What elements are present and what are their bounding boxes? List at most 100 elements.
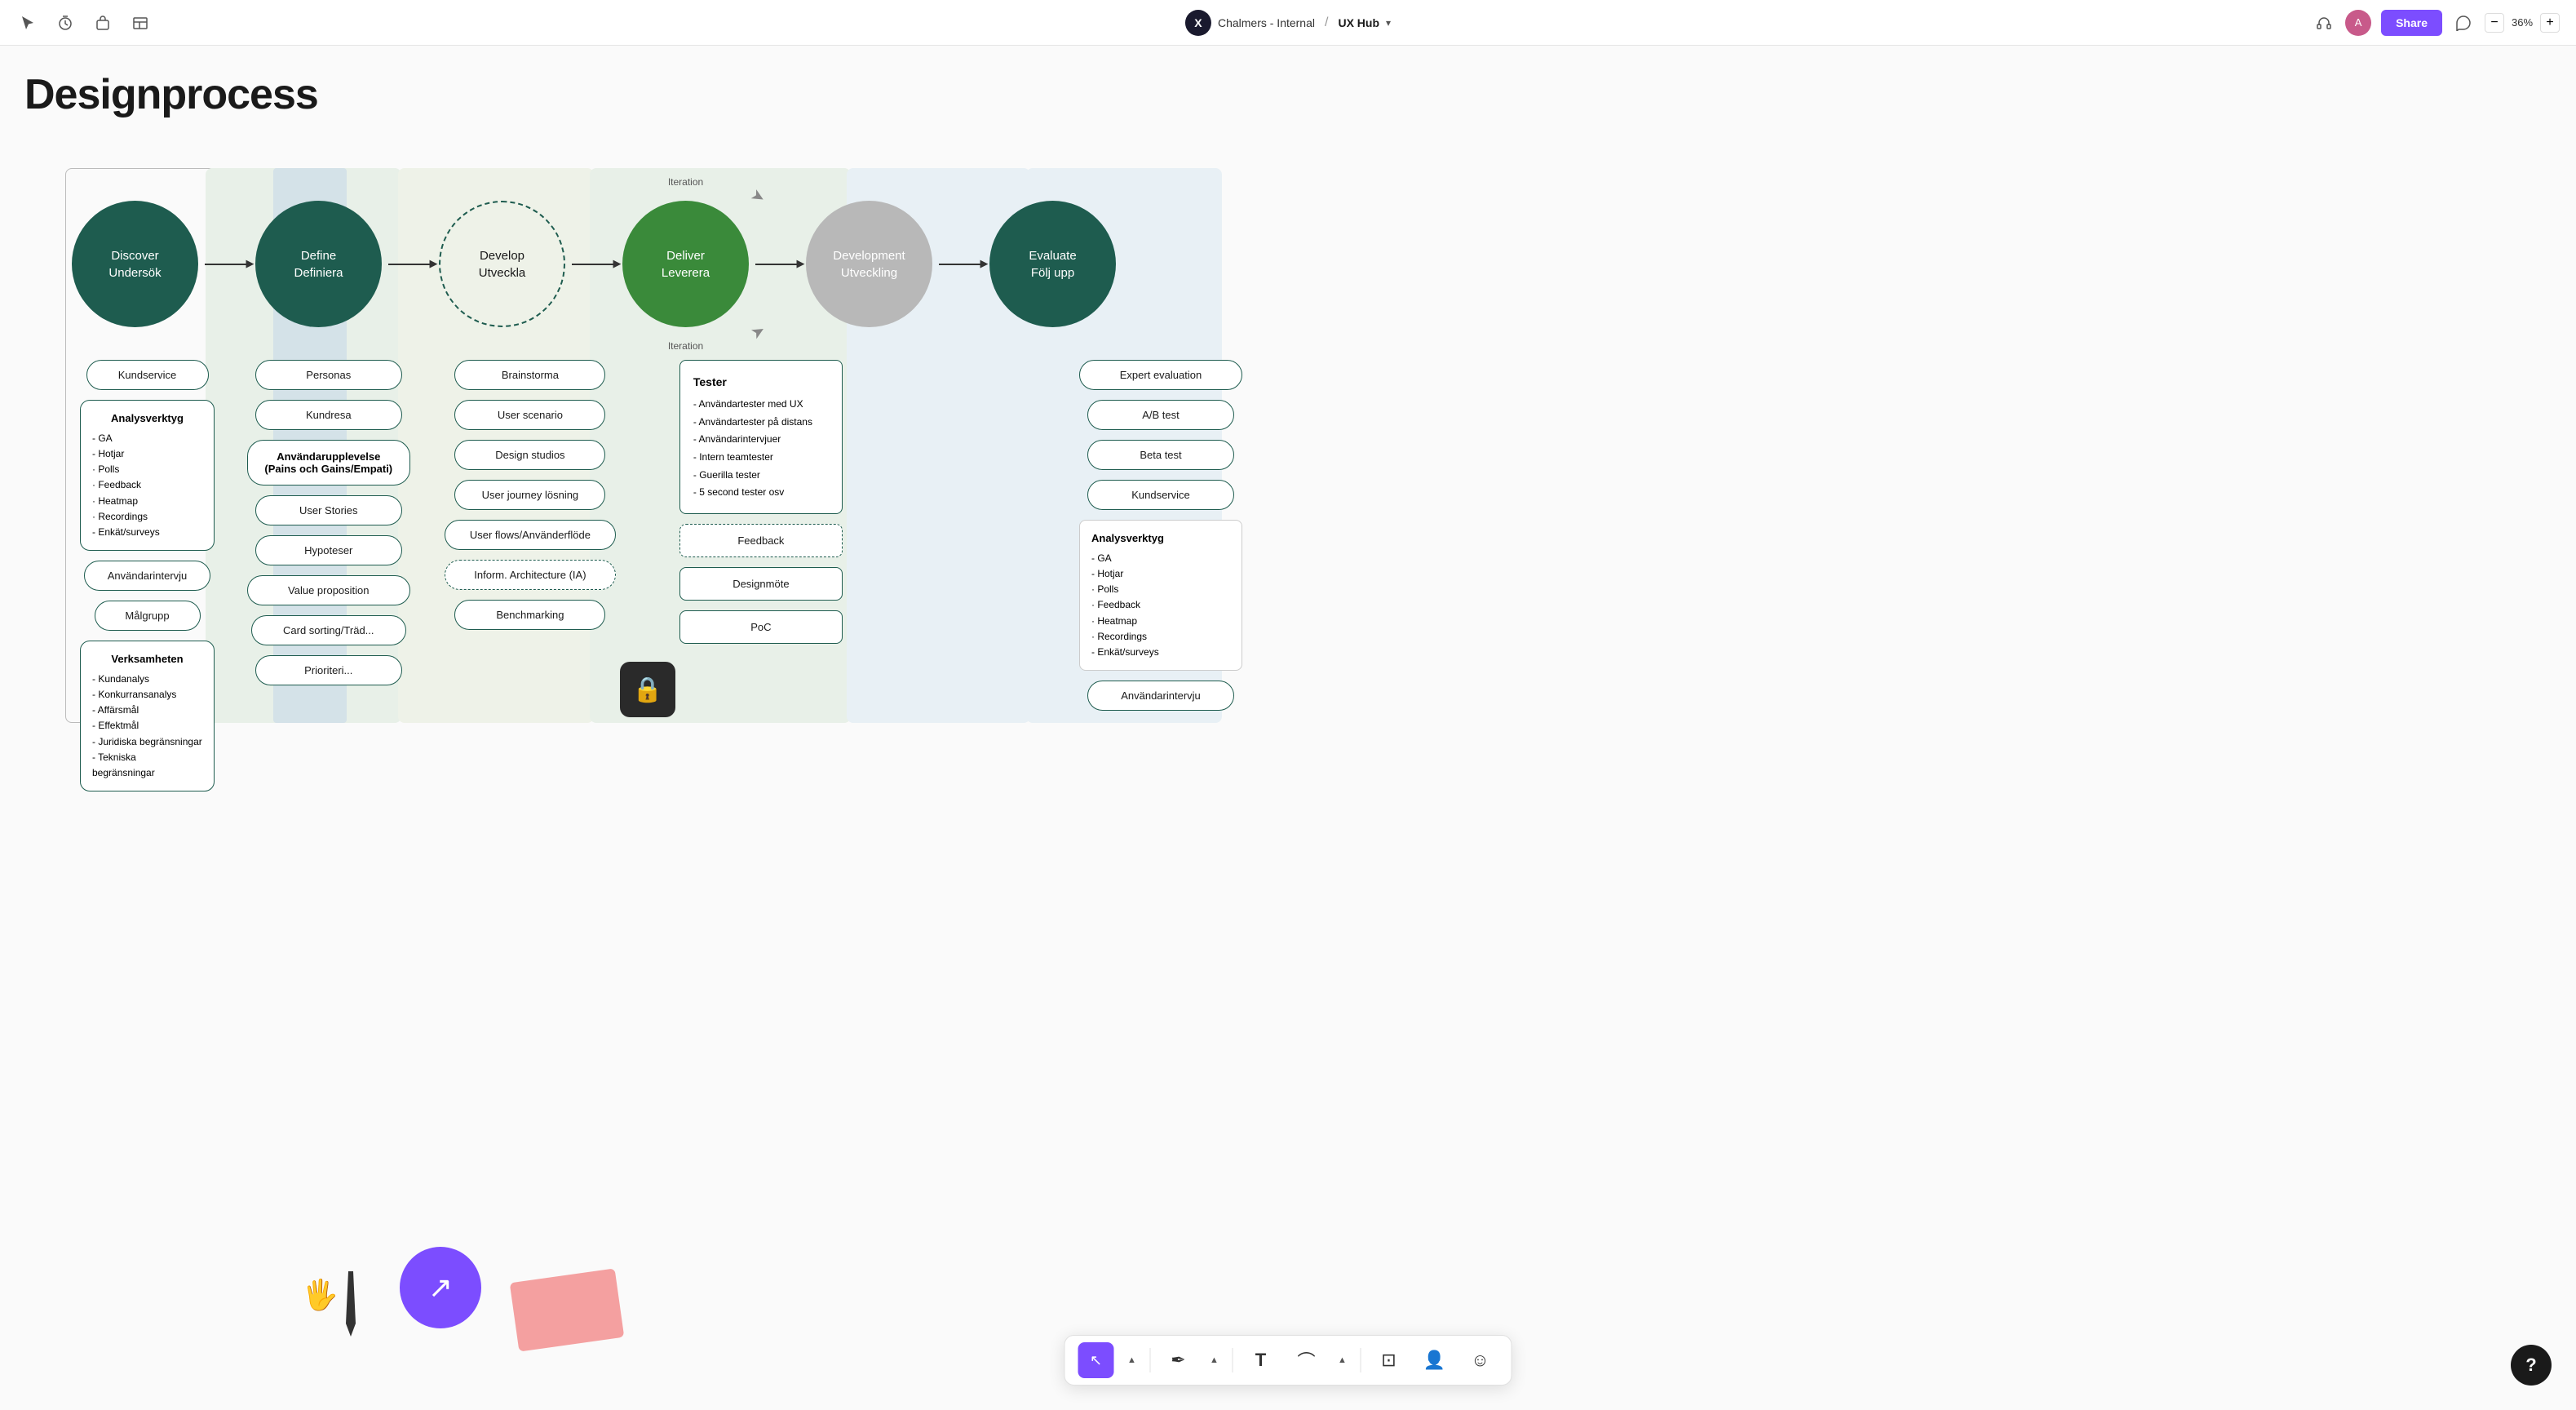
chat-icon[interactable]: [2452, 11, 2475, 34]
tester-box[interactable]: Tester - Användartester med UX - Använda…: [679, 360, 843, 514]
define-label2: Definiera: [294, 264, 343, 282]
deliver-label1: Deliver: [666, 247, 705, 264]
kundservice-card[interactable]: Kundservice: [86, 360, 209, 390]
iteration-top: Iteration: [668, 176, 703, 188]
cursor-tool[interactable]: [16, 11, 39, 34]
arrow5: ▶: [932, 264, 989, 265]
bottom-toolbar: ↖ ▲ ✒ ▲ T ⌒ ▲ ⊡ 👤 ☺: [1064, 1335, 1512, 1386]
shape-pink-rect[interactable]: [510, 1268, 625, 1351]
text-tool-button[interactable]: T: [1243, 1342, 1279, 1378]
arrow1: ▶: [198, 264, 255, 265]
pen-tool-button[interactable]: ✒: [1161, 1342, 1197, 1378]
analysverktyg-box[interactable]: Analysverktyg - GA- Hotjar· Polls· Feedb…: [80, 400, 215, 551]
develop-label2: Utveckla: [479, 264, 526, 282]
deliver-label2: Leverera: [662, 264, 710, 282]
anvandarupplevelse-card[interactable]: Användarupplevelse(Pains och Gains/Empat…: [247, 440, 410, 486]
design-studios-card[interactable]: Design studios: [454, 440, 605, 470]
line-chevron[interactable]: ▲: [1334, 1352, 1351, 1368]
canvas[interactable]: Designprocess Discover Undersök ▶: [0, 46, 2576, 1410]
deliver-container: Iteration Deliver Leverera Iteration ➤ ➤: [622, 201, 749, 327]
beta-test-card[interactable]: Beta test: [1087, 440, 1234, 470]
analysverktyg-eval-box[interactable]: Analysverktyg - GA- Hotjar· Polls· Feedb…: [1079, 520, 1242, 671]
divider1: [1150, 1348, 1151, 1372]
cards-area: Kundservice Analysverktyg - GA- Hotjar· …: [72, 352, 1255, 800]
designmote-card[interactable]: Designmöte: [679, 567, 843, 601]
card-sorting-card[interactable]: Card sorting/Träd...: [251, 615, 406, 645]
development-cards: [887, 352, 1067, 800]
expert-eval-card[interactable]: Expert evaluation: [1079, 360, 1242, 390]
zoom-out-button[interactable]: −: [2485, 13, 2504, 33]
malgrupp-card[interactable]: Målgrupp: [95, 601, 201, 631]
lock-badge[interactable]: 🔒: [620, 662, 675, 717]
breadcrumb-hub[interactable]: UX Hub: [1338, 16, 1379, 29]
line-tool-button[interactable]: ⌒: [1289, 1342, 1325, 1378]
develop-circle: Develop Utveckla: [439, 201, 565, 327]
circles-row: Discover Undersök ▶ Define Definiera ▶: [72, 201, 1116, 327]
arrow4: ▶: [749, 264, 806, 265]
iteration-bottom: Iteration: [668, 340, 703, 352]
benchmarking-card[interactable]: Benchmarking: [454, 600, 605, 630]
bag-tool[interactable]: [91, 11, 114, 34]
discover-label2: Undersök: [108, 264, 161, 282]
timer-tool[interactable]: [54, 11, 77, 34]
select-tool-button[interactable]: ↖: [1078, 1342, 1114, 1378]
discover-label1: Discover: [111, 247, 158, 264]
ab-test-card[interactable]: A/B test: [1087, 400, 1234, 430]
brainstorma-card[interactable]: Brainstorma: [454, 360, 605, 390]
hypoteser-card[interactable]: Hypoteser: [255, 535, 402, 565]
zoom-level: 36%: [2507, 16, 2537, 29]
shape-purple-circle[interactable]: ↗: [400, 1247, 481, 1328]
user-avatar[interactable]: A: [2345, 10, 2371, 36]
feedback-card[interactable]: Feedback: [679, 524, 843, 557]
kundservice-eval-card[interactable]: Kundservice: [1087, 480, 1234, 510]
development-label1: Development: [833, 247, 905, 264]
define-cards: Personas Kundresa Användarupplevelse(Pai…: [231, 352, 427, 800]
page-title: Designprocess: [24, 70, 318, 119]
inform-arch-card[interactable]: Inform. Architecture (IA): [445, 560, 616, 590]
pen-chevron[interactable]: ▲: [1206, 1352, 1223, 1368]
evaluate-label2: Följ upp: [1031, 264, 1074, 282]
user-flows-card[interactable]: User flows/Använderflöde: [445, 520, 616, 550]
breadcrumb-org: Chalmers - Internal: [1218, 16, 1315, 29]
help-button[interactable]: ?: [2511, 1345, 2552, 1386]
arrow3: ▶: [565, 264, 622, 265]
select-chevron[interactable]: ▲: [1124, 1352, 1140, 1368]
deliver-cards: Tester - Användartester med UX - Använda…: [634, 352, 887, 800]
table-tool[interactable]: [129, 11, 152, 34]
user-stories-card[interactable]: User Stories: [255, 495, 402, 525]
share-button[interactable]: Share: [2381, 10, 2442, 36]
arrow2: ▶: [382, 264, 439, 265]
toolbar-center: X Chalmers - Internal / UX Hub ▾: [1185, 10, 1391, 36]
develop-label1: Develop: [480, 247, 524, 264]
develop-cards: Brainstorma User scenario Design studios…: [435, 352, 626, 800]
user-scenario-card[interactable]: User scenario: [454, 400, 605, 430]
prioriteri-card[interactable]: Prioriteri...: [255, 655, 402, 685]
discover-cards: Kundservice Analysverktyg - GA- Hotjar· …: [72, 352, 223, 800]
top-toolbar: X Chalmers - Internal / UX Hub ▾ A Share…: [0, 0, 2576, 46]
define-label1: Define: [301, 247, 336, 264]
breadcrumb-logo[interactable]: X: [1185, 10, 1211, 36]
shape-pen[interactable]: [339, 1271, 363, 1337]
zoom-control: − 36% +: [2485, 13, 2560, 33]
value-prop-card[interactable]: Value proposition: [247, 575, 410, 605]
breadcrumb-chevron[interactable]: ▾: [1386, 17, 1391, 29]
development-circle: Development Utveckling: [806, 201, 932, 327]
emoji-tool-button[interactable]: ☺: [1463, 1342, 1498, 1378]
kundresa-card[interactable]: Kundresa: [255, 400, 402, 430]
user-journey-card[interactable]: User journey lösning: [454, 480, 605, 510]
verksamheten-box[interactable]: Verksamheten - Kundanalys- Konkurransana…: [80, 641, 215, 791]
toolbar-left: [16, 11, 152, 34]
anvandarintervju-eval-card[interactable]: Användarintervju: [1087, 681, 1234, 711]
anvandarintervju-card[interactable]: Användarintervju: [84, 561, 210, 591]
avatar-tool-button[interactable]: 👤: [1417, 1342, 1453, 1378]
development-label2: Utveckling: [841, 264, 897, 282]
breadcrumb-sep: /: [1325, 16, 1328, 30]
cursor-hand: 🖐: [302, 1278, 339, 1312]
personas-card[interactable]: Personas: [255, 360, 402, 390]
evaluate-cards: Expert evaluation A/B test Beta test Kun…: [1067, 352, 1255, 800]
frame-tool-button[interactable]: ⊡: [1371, 1342, 1407, 1378]
zoom-in-button[interactable]: +: [2540, 13, 2560, 33]
discover-circle: Discover Undersök: [72, 201, 198, 327]
poc-card[interactable]: PoC: [679, 610, 843, 644]
headphone-icon[interactable]: [2313, 11, 2335, 34]
